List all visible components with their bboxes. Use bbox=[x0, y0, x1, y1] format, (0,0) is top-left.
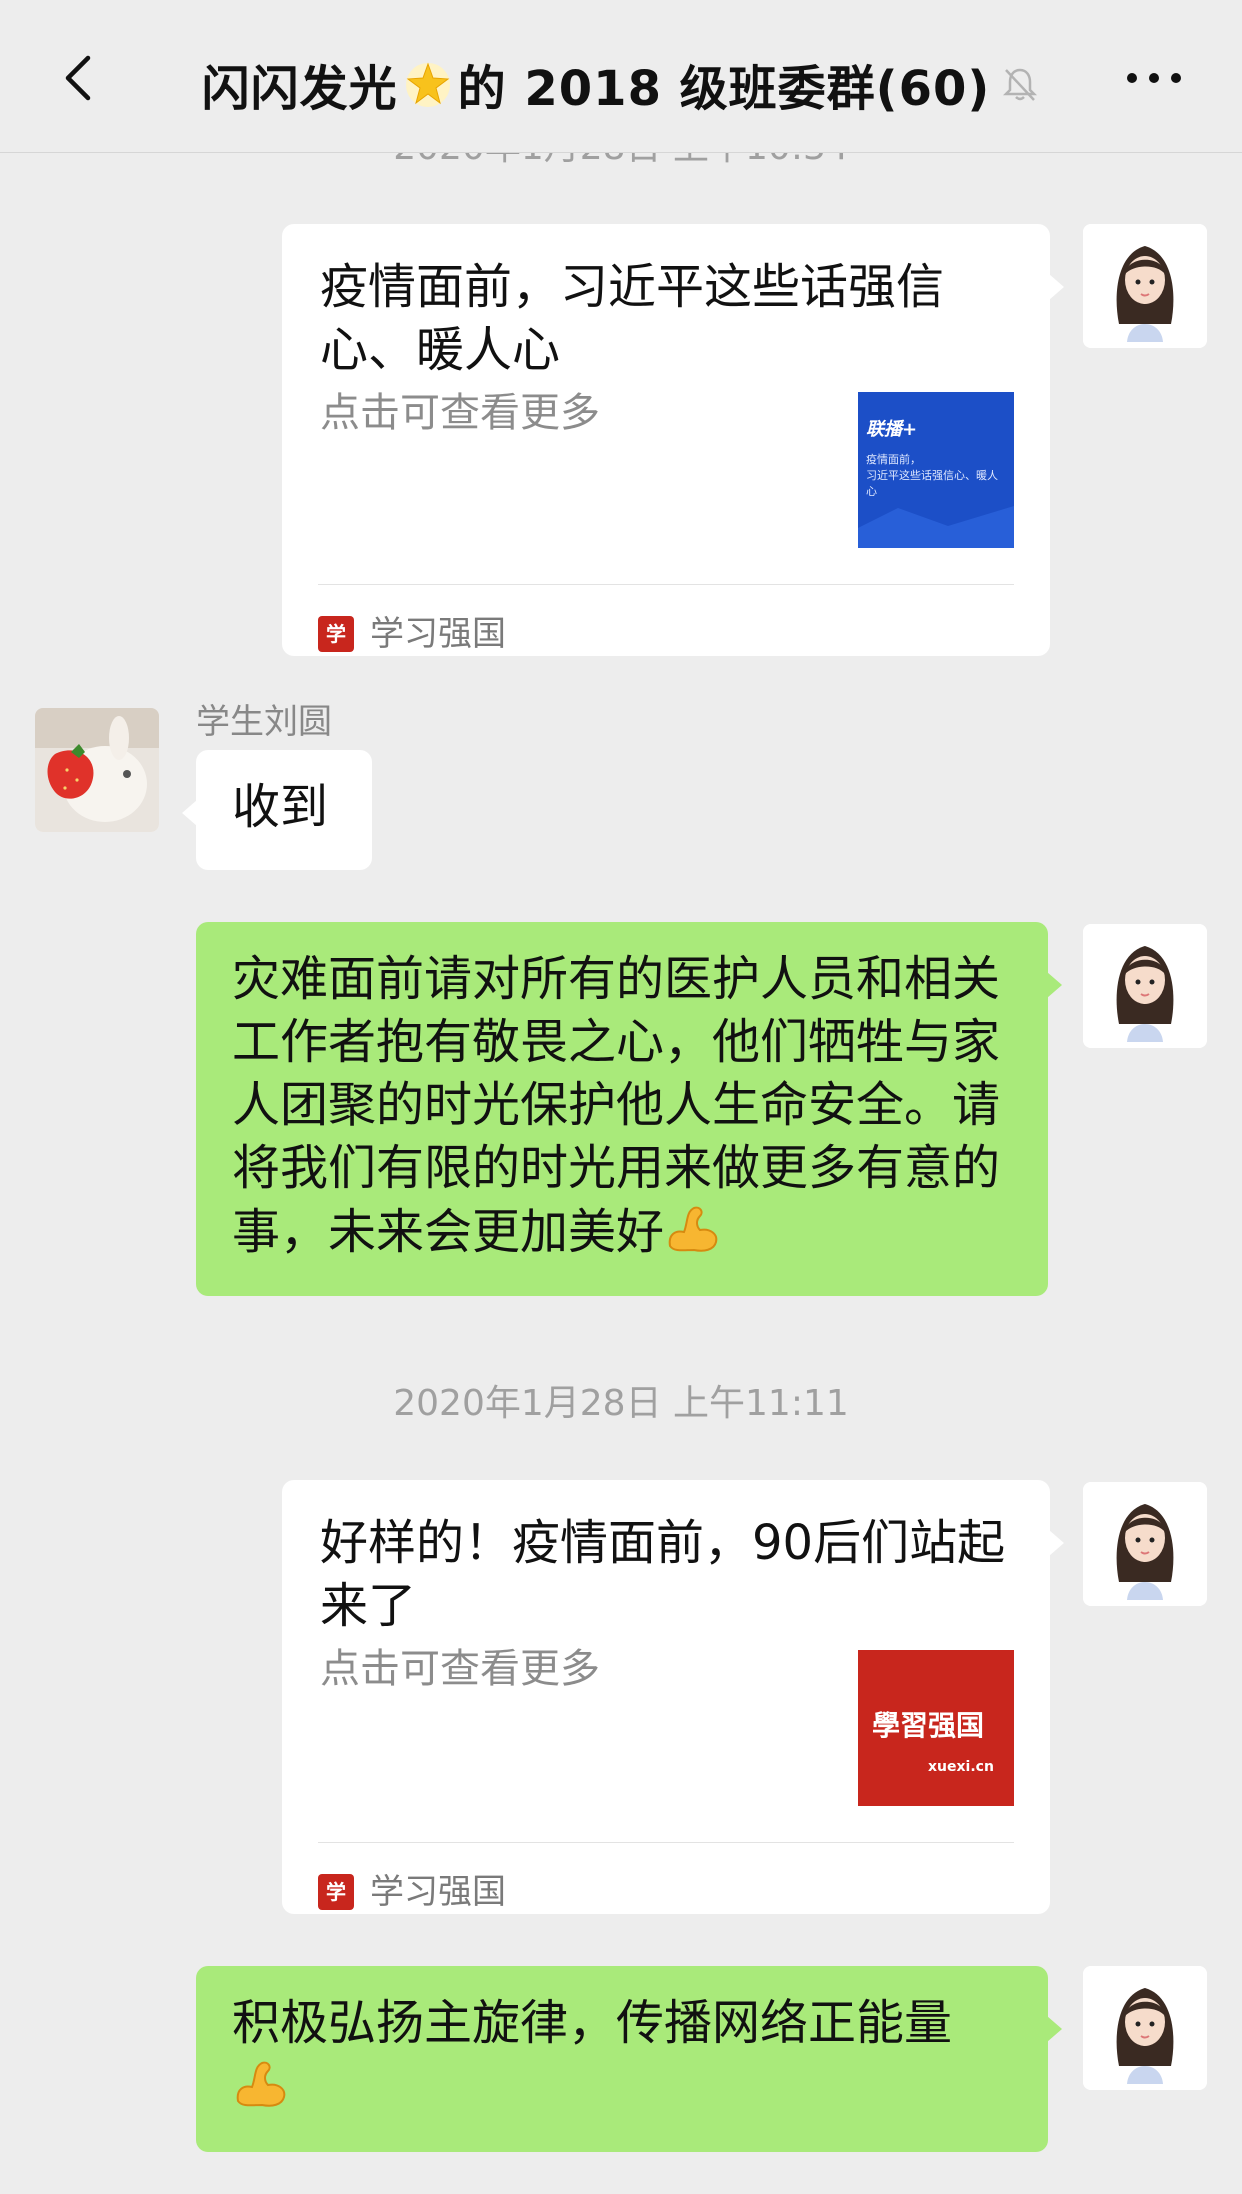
girl-avatar-icon bbox=[1083, 924, 1207, 1048]
chat-title-part2: 的 2018 级班委群(60) bbox=[457, 61, 991, 117]
thumb-domain: xuexi.cn bbox=[928, 1759, 994, 1775]
card-title: 好样的！疫情面前，90后们站起来了 bbox=[320, 1515, 1006, 1634]
muted-bell-icon bbox=[1003, 68, 1038, 101]
card-source: 学 学习强国 bbox=[318, 1862, 506, 1922]
card-description: 点击可查看更多 bbox=[320, 390, 600, 436]
card-source: 学 学习强国 bbox=[318, 604, 506, 664]
bubble-tail bbox=[182, 800, 197, 826]
bubble-tail bbox=[1047, 972, 1062, 998]
message-text: 灾难面前请对所有的医护人员和相关工作者抱有敬畏之心，他们牺牲与家人团聚的时光保护… bbox=[232, 951, 1001, 1260]
thumb-text: 疫情面前， 习近平这些话强信心、暖人心 bbox=[866, 453, 998, 498]
message-bubble[interactable]: 积极弘扬主旋律，传播网络正能量 bbox=[196, 1966, 1062, 2152]
bubble-tail bbox=[1049, 274, 1064, 300]
xuexi-logo-icon: 学 bbox=[318, 616, 354, 652]
chat-title-part1: 闪闪发光 bbox=[201, 61, 398, 117]
back-icon[interactable] bbox=[56, 54, 104, 102]
card-source-name: 学习强国 bbox=[370, 1871, 506, 1912]
bubble-tail bbox=[1049, 1530, 1064, 1556]
girl-avatar-icon bbox=[1083, 224, 1207, 348]
girl-avatar-icon bbox=[1083, 1482, 1207, 1606]
girl-avatar-icon bbox=[1083, 1966, 1207, 2090]
chat-title: 闪闪发光 的 2018 级班委群(60) bbox=[150, 52, 1092, 117]
sender-name: 学生刘圆 bbox=[196, 702, 332, 742]
flexed-biceps-icon bbox=[668, 1206, 718, 1252]
sender-avatar[interactable] bbox=[35, 708, 159, 832]
chat-header: 闪闪发光 的 2018 级班委群(60) bbox=[0, 0, 1242, 153]
card-divider bbox=[318, 584, 1014, 585]
bubble-tail bbox=[1047, 2016, 1062, 2042]
card-description: 点击可查看更多 bbox=[320, 1646, 600, 1692]
link-card[interactable]: 好样的！疫情面前，90后们站起来了 点击可查看更多 學習强国 xuexi.cn … bbox=[282, 1480, 1064, 1914]
card-title: 疫情面前，习近平这些话强信心、暖人心 bbox=[320, 259, 945, 378]
card-thumbnail: 學習强国 xuexi.cn bbox=[858, 1650, 1014, 1806]
more-icon[interactable] bbox=[1124, 68, 1184, 88]
flexed-biceps-icon bbox=[236, 2061, 286, 2107]
timestamp: 2020年1月28日 上午11:11 bbox=[393, 1383, 849, 1424]
xuexi-logo-icon: 学 bbox=[318, 1874, 354, 1910]
link-card[interactable]: 疫情面前，习近平这些话强信心、暖人心 点击可查看更多 联播+ 疫情面前， 习近平… bbox=[282, 224, 1064, 656]
thumb-wave-icon bbox=[858, 506, 1014, 548]
my-avatar[interactable] bbox=[1083, 224, 1207, 348]
glowing-star-icon bbox=[405, 62, 450, 107]
card-divider bbox=[318, 1842, 1014, 1843]
card-source-name: 学习强国 bbox=[370, 613, 506, 654]
message-text: 积极弘扬主旋律，传播网络正能量 bbox=[232, 1995, 953, 2051]
message-text: 收到 bbox=[232, 779, 329, 835]
message-bubble[interactable]: 灾难面前请对所有的医护人员和相关工作者抱有敬畏之心，他们牺牲与家人团聚的时光保护… bbox=[196, 922, 1062, 1296]
my-avatar[interactable] bbox=[1083, 1966, 1207, 2090]
card-thumbnail: 联播+ 疫情面前， 习近平这些话强信心、暖人心 bbox=[858, 392, 1014, 548]
my-avatar[interactable] bbox=[1083, 1482, 1207, 1606]
bunny-strawberry-avatar-icon bbox=[35, 708, 159, 832]
my-avatar[interactable] bbox=[1083, 924, 1207, 1048]
message-bubble[interactable]: 收到 bbox=[182, 750, 372, 870]
